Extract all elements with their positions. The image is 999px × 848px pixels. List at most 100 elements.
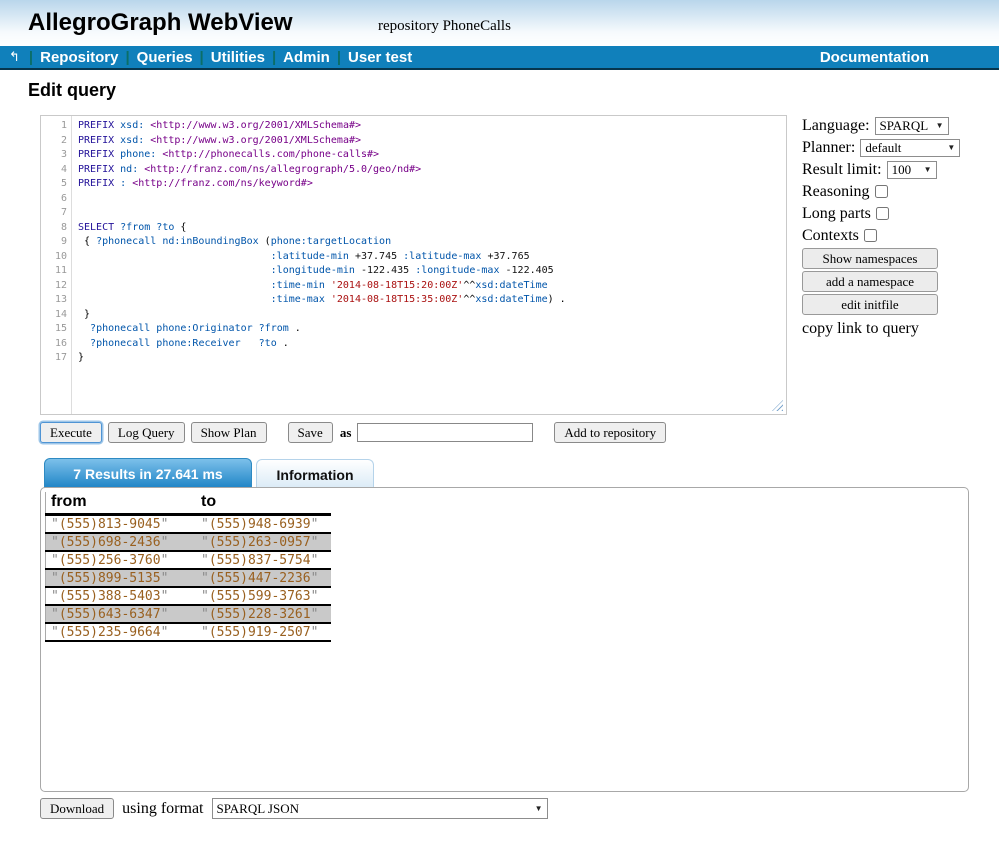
download-format-select[interactable]: SPARQL JSON ▼ xyxy=(212,798,548,819)
add-to-repository-button[interactable]: Add to repository xyxy=(554,422,666,443)
nav-divider: | xyxy=(200,49,204,66)
line-number: 13 xyxy=(41,293,67,308)
nav-divider: | xyxy=(272,49,276,66)
result-limit-value: 100 xyxy=(892,162,912,178)
contexts-label: Contexts xyxy=(802,227,859,245)
add-a-namespace-button[interactable]: add a namespace xyxy=(802,271,938,292)
long-parts-checkbox[interactable] xyxy=(876,207,889,220)
back-arrow-icon[interactable]: ↰ xyxy=(9,50,20,65)
line-number: 7 xyxy=(41,206,67,221)
line-number: 17 xyxy=(41,351,67,366)
result-cell: "(555)447-2236" xyxy=(196,569,331,587)
table-row: "(555)698-2436""(555)263-0957" xyxy=(46,533,332,551)
page-title: Edit query xyxy=(28,80,116,101)
code-line: ?phonecall phone:Originator ?from . xyxy=(78,322,786,337)
result-cell: "(555)256-3760" xyxy=(46,551,197,569)
planner-select[interactable]: default ▼ xyxy=(860,139,960,157)
using-format-label: using format xyxy=(122,800,203,818)
query-actions-row: Execute Log Query Show Plan Save as Add … xyxy=(40,422,666,443)
line-number: 12 xyxy=(41,279,67,294)
long-parts-label: Long parts xyxy=(802,205,871,223)
main-navbar: ↰ |Repository|Queries|Utilities|Admin|Us… xyxy=(0,46,999,70)
result-limit-select[interactable]: 100 ▼ xyxy=(887,161,937,179)
result-limit-label: Result limit: xyxy=(802,161,882,179)
line-number: 9 xyxy=(41,235,67,250)
nav-items: |Repository|Queries|Utilities|Admin|User… xyxy=(22,49,412,66)
code-line: { ?phonecall nd:inBoundingBox (phone:tar… xyxy=(78,235,786,250)
result-cell: "(555)948-6939" xyxy=(196,515,331,534)
nav-item-user-test[interactable]: User test xyxy=(348,49,412,66)
as-label: as xyxy=(340,425,352,441)
nav-item-utilities[interactable]: Utilities xyxy=(211,49,265,66)
editor-line-numbers: 1234567891011121314151617 xyxy=(41,116,72,414)
contexts-checkbox[interactable] xyxy=(864,229,877,242)
code-line: :time-min '2014-08-18T15:20:00Z'^^xsd:da… xyxy=(78,279,786,294)
line-number: 6 xyxy=(41,192,67,207)
language-select[interactable]: SPARQL ▼ xyxy=(875,117,949,135)
nav-divider: | xyxy=(29,49,33,66)
result-cell: "(555)228-3261" xyxy=(196,605,331,623)
result-cell: "(555)643-6347" xyxy=(46,605,197,623)
code-line: PREFIX nd: <http://franz.com/ns/allegrog… xyxy=(78,163,786,178)
column-header-from: from xyxy=(46,492,197,515)
code-line: :time-max '2014-08-18T15:35:00Z'^^xsd:da… xyxy=(78,293,786,308)
download-button[interactable]: Download xyxy=(40,798,114,819)
table-row: "(555)388-5403""(555)599-3763" xyxy=(46,587,332,605)
copy-link-to-query[interactable]: copy link to query xyxy=(802,320,967,338)
result-cell: "(555)235-9664" xyxy=(46,623,197,641)
table-row: "(555)813-9045""(555)948-6939" xyxy=(46,515,332,534)
chevron-down-icon: ▼ xyxy=(936,121,944,130)
editor-code[interactable]: PREFIX xsd: <http://www.w3.org/2001/XMLS… xyxy=(72,116,786,414)
show-plan-button[interactable]: Show Plan xyxy=(191,422,267,443)
planner-row: Planner: default ▼ xyxy=(802,137,967,158)
repository-label: repository PhoneCalls xyxy=(378,18,511,35)
namespace-buttons: Show namespacesadd a namespaceedit initf… xyxy=(802,248,967,315)
results-table: fromto "(555)813-9045""(555)948-6939""(5… xyxy=(45,492,331,642)
line-number: 8 xyxy=(41,221,67,236)
results-header-row: fromto xyxy=(46,492,332,515)
option-checkboxes: Reasoning Long parts Contexts xyxy=(802,181,967,246)
line-number: 3 xyxy=(41,148,67,163)
nav-item-admin[interactable]: Admin xyxy=(283,49,330,66)
reasoning-row: Reasoning xyxy=(802,181,967,202)
page-header: AllegroGraph WebView repository PhoneCal… xyxy=(0,0,999,46)
chevron-down-icon: ▼ xyxy=(924,165,932,174)
results-panel: fromto "(555)813-9045""(555)948-6939""(5… xyxy=(40,487,969,792)
result-cell: "(555)599-3763" xyxy=(196,587,331,605)
code-line: ?phonecall phone:Receiver ?to . xyxy=(78,337,786,352)
line-number: 11 xyxy=(41,264,67,279)
execute-button[interactable]: Execute xyxy=(40,422,102,443)
nav-item-queries[interactable]: Queries xyxy=(137,49,193,66)
app-title: AllegroGraph WebView xyxy=(28,9,293,37)
reasoning-checkbox[interactable] xyxy=(875,185,888,198)
nav-item-documentation[interactable]: Documentation xyxy=(820,49,929,66)
planner-value: default xyxy=(865,140,901,156)
chevron-down-icon: ▼ xyxy=(947,143,955,152)
edit-initfile-button[interactable]: edit initfile xyxy=(802,294,938,315)
result-cell: "(555)813-9045" xyxy=(46,515,197,534)
long-parts-row: Long parts xyxy=(802,203,967,224)
code-line: } xyxy=(78,308,786,323)
code-line: :longitude-min -122.435 :longitude-max -… xyxy=(78,264,786,279)
nav-divider: | xyxy=(125,49,129,66)
save-button[interactable]: Save xyxy=(288,422,333,443)
result-cell: "(555)919-2507" xyxy=(196,623,331,641)
chevron-down-icon: ▼ xyxy=(535,804,543,813)
log-query-button[interactable]: Log Query xyxy=(108,422,185,443)
show-namespaces-button[interactable]: Show namespaces xyxy=(802,248,938,269)
line-number: 10 xyxy=(41,250,67,265)
tab-information[interactable]: Information xyxy=(256,459,374,489)
result-limit-row: Result limit: 100 ▼ xyxy=(802,159,967,180)
download-format-value: SPARQL JSON xyxy=(217,801,300,817)
tab-results[interactable]: 7 Results in 27.641 ms xyxy=(44,458,252,488)
code-line: PREFIX xsd: <http://www.w3.org/2001/XMLS… xyxy=(78,134,786,149)
line-number: 1 xyxy=(41,119,67,134)
save-name-input[interactable] xyxy=(357,423,533,442)
result-cell: "(555)388-5403" xyxy=(46,587,197,605)
query-editor[interactable]: 1234567891011121314151617 PREFIX xsd: <h… xyxy=(40,115,787,415)
table-row: "(555)899-5135""(555)447-2236" xyxy=(46,569,332,587)
column-header-to: to xyxy=(196,492,331,515)
nav-item-repository[interactable]: Repository xyxy=(40,49,118,66)
code-line: PREFIX xsd: <http://www.w3.org/2001/XMLS… xyxy=(78,119,786,134)
result-cell: "(555)837-5754" xyxy=(196,551,331,569)
